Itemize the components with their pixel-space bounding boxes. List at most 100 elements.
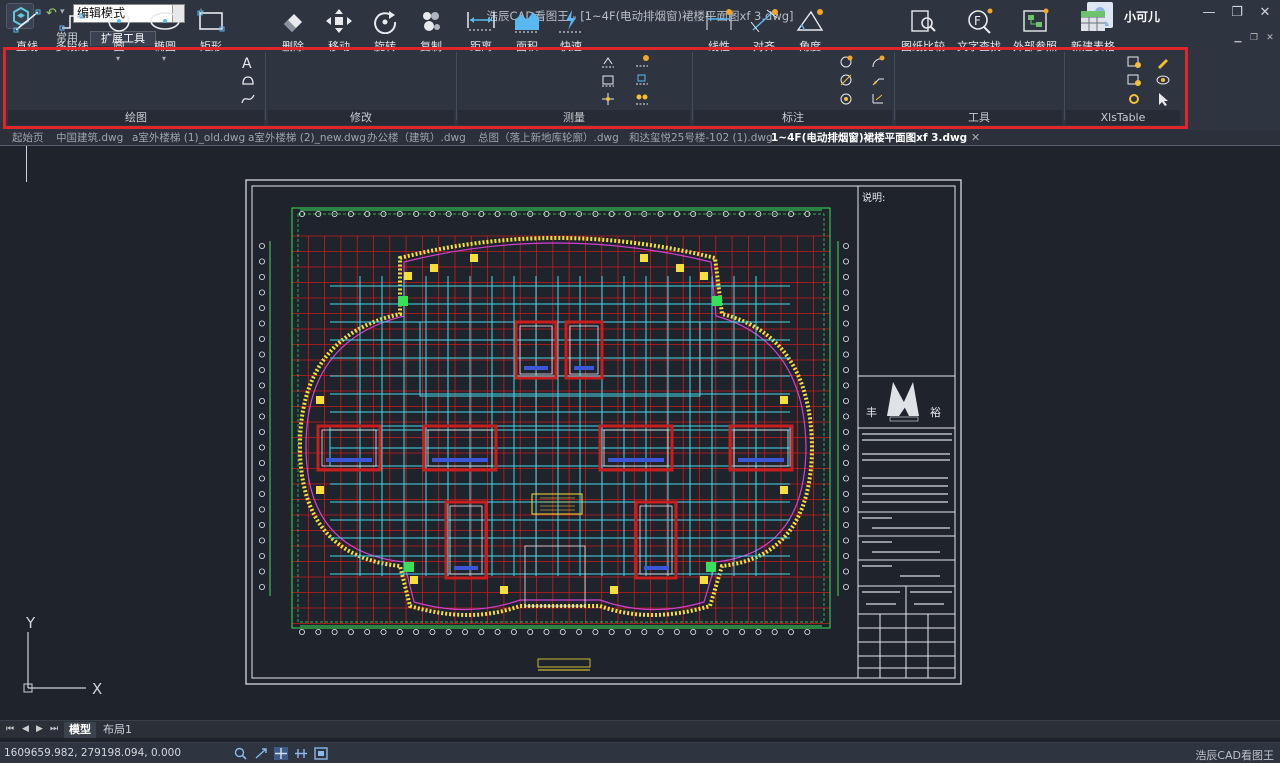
drawing-compare-button[interactable]: 图纸比较 bbox=[900, 8, 946, 54]
doc-tab[interactable]: a室外楼梯 (2)_new.dwg bbox=[248, 131, 366, 146]
linear-dim-label: 线性 bbox=[708, 40, 730, 53]
doc-tab[interactable]: 办公楼（建筑）.dwg bbox=[367, 131, 466, 146]
table-view-icon[interactable] bbox=[1155, 72, 1171, 88]
doc-close-icon[interactable]: ✕ bbox=[1264, 32, 1276, 44]
area-button[interactable]: 面积 bbox=[512, 8, 542, 54]
radius-dim-icon[interactable] bbox=[838, 54, 854, 70]
quick-measure-button[interactable]: 快速 bbox=[556, 8, 586, 54]
doc-restore-icon[interactable]: ❐ bbox=[1248, 32, 1260, 44]
leader-icon[interactable] bbox=[870, 72, 886, 88]
pan-icon[interactable] bbox=[254, 747, 268, 760]
username[interactable]: 小可儿 bbox=[1124, 8, 1160, 25]
layout-tab-bar: ⏮ ◀ ▶ ⏭ 模型 布局1 bbox=[0, 720, 1280, 738]
xref-button[interactable]: 外部参照 bbox=[1012, 8, 1058, 54]
distance-icon bbox=[467, 12, 495, 31]
doc-tab[interactable]: a室外楼梯 (1)_old.dwg bbox=[132, 131, 245, 146]
new-table-button[interactable]: 新建表格 bbox=[1069, 8, 1117, 54]
move-button[interactable]: 移动 bbox=[324, 8, 354, 54]
table-import-icon[interactable] bbox=[1126, 72, 1142, 88]
doc-tab-close-icon[interactable]: ✕ bbox=[971, 131, 980, 144]
area-label: 面积 bbox=[516, 40, 538, 53]
last-layout-icon[interactable]: ⏭ bbox=[50, 724, 58, 734]
ellipse-icon bbox=[150, 12, 180, 30]
table-select-icon[interactable] bbox=[1155, 91, 1171, 107]
polyline-label: 多段线 bbox=[55, 40, 89, 53]
find-text-button[interactable]: F 文字查找 bbox=[956, 8, 1002, 54]
measure-length-icon[interactable] bbox=[634, 54, 650, 70]
ordinate-dim-icon[interactable] bbox=[870, 91, 886, 107]
move-label: 移动 bbox=[328, 40, 350, 53]
measure-stats-icon[interactable] bbox=[634, 91, 650, 107]
status-bar: 1609659.982, 279198.094, 0.000 浩辰CAD看图王 bbox=[0, 742, 1280, 763]
group-tools-label: 工具 bbox=[896, 110, 1062, 125]
drawing-compare-icon bbox=[911, 10, 936, 32]
table-edit-icon[interactable] bbox=[1155, 54, 1171, 70]
ellipse-button[interactable]: 椭圆 ▾ bbox=[148, 8, 182, 63]
rotate-button[interactable]: 旋转 bbox=[370, 8, 400, 54]
measure-perimeter-icon[interactable] bbox=[634, 72, 650, 88]
linear-dim-button[interactable]: 线性 bbox=[704, 8, 734, 54]
table-settings-icon[interactable] bbox=[1126, 91, 1142, 107]
copy-button[interactable]: 复制 bbox=[416, 8, 446, 54]
group-xlstable-label: XlsTable bbox=[1066, 110, 1180, 125]
line-button[interactable]: 直线 bbox=[12, 8, 42, 54]
center-mark-icon[interactable] bbox=[838, 91, 854, 107]
drawing-canvas[interactable]: 说明: 丰 裕 bbox=[0, 146, 1280, 720]
group-annotate-label: 标注 bbox=[694, 110, 892, 125]
doc-tab[interactable]: 起始页 bbox=[12, 131, 44, 146]
ortho-icon[interactable] bbox=[294, 747, 308, 760]
rectangle-label: 矩形 bbox=[200, 40, 222, 53]
rotate-label: 旋转 bbox=[374, 40, 396, 53]
minimize-icon[interactable]: — bbox=[1200, 5, 1218, 21]
fullscreen-icon[interactable] bbox=[314, 747, 328, 760]
doc-tab[interactable]: 总图（落上新地库轮廓）.dwg bbox=[478, 131, 619, 146]
doc-tab[interactable]: 和达玺悦25号楼-102 (1).dwg bbox=[629, 131, 773, 146]
xref-label: 外部参照 bbox=[1013, 40, 1057, 53]
distance-label: 距离 bbox=[470, 40, 492, 53]
table-export-icon[interactable] bbox=[1126, 54, 1142, 70]
find-text-icon: F bbox=[968, 8, 993, 34]
angle-dim-button[interactable]: 角度 bbox=[795, 8, 825, 54]
polyline-button[interactable]: 多段线 bbox=[54, 8, 90, 54]
ucs-axis-icon: Y X bbox=[23, 614, 102, 698]
text-tool-icon[interactable]: A bbox=[240, 54, 256, 70]
angle-dim-icon bbox=[796, 9, 824, 31]
aligned-dim-icon bbox=[750, 9, 778, 33]
distance-button[interactable]: 距离 bbox=[464, 8, 498, 54]
tab-model[interactable]: 模型 bbox=[64, 722, 96, 738]
aligned-dim-button[interactable]: 对齐 bbox=[749, 8, 779, 54]
measure-coordinate-icon[interactable] bbox=[600, 91, 616, 107]
circle-dropdown-icon[interactable]: ▾ bbox=[116, 54, 120, 63]
group-measure-label: 测量 bbox=[458, 110, 690, 125]
svg-text:A: A bbox=[242, 56, 252, 70]
tab-layout1[interactable]: 布局1 bbox=[98, 722, 137, 738]
line-label: 直线 bbox=[16, 40, 38, 53]
arc-length-icon[interactable] bbox=[870, 54, 886, 70]
ellipse-dropdown-icon[interactable]: ▾ bbox=[162, 54, 166, 63]
drawing-compare-label: 图纸比较 bbox=[901, 40, 945, 53]
doc-tab-active[interactable]: 1~4F(电动排烟窗)裙楼平面图xf 3.dwg bbox=[771, 131, 967, 146]
line-icon bbox=[13, 9, 41, 33]
eraser-icon bbox=[284, 14, 302, 32]
close-icon[interactable]: ✕ bbox=[1256, 5, 1274, 21]
prev-layout-icon[interactable]: ◀ bbox=[22, 724, 29, 734]
move-icon bbox=[326, 9, 352, 33]
measure-arc-icon[interactable] bbox=[600, 54, 616, 70]
doc-tab[interactable]: 中国建筑.dwg bbox=[56, 131, 123, 146]
diameter-dim-icon[interactable] bbox=[838, 72, 854, 88]
copy-label: 复制 bbox=[420, 40, 442, 53]
doc-minimize-icon[interactable]: ▁ bbox=[1232, 32, 1244, 44]
snap-icon[interactable] bbox=[274, 747, 288, 760]
spline-icon[interactable] bbox=[240, 91, 256, 107]
zoom-icon[interactable] bbox=[234, 747, 248, 760]
next-layout-icon[interactable]: ▶ bbox=[36, 724, 43, 734]
area-icon bbox=[515, 12, 539, 33]
measure-radius-icon[interactable] bbox=[600, 72, 616, 88]
first-layout-icon[interactable]: ⏮ bbox=[6, 724, 14, 734]
rectangle-button[interactable]: 矩形 bbox=[195, 8, 227, 54]
revcloud-icon[interactable] bbox=[240, 72, 256, 88]
delete-button[interactable]: 删除 bbox=[278, 8, 308, 54]
maximize-icon[interactable]: ❐ bbox=[1228, 5, 1246, 21]
circle-button[interactable]: 圆 ▾ bbox=[104, 8, 134, 63]
aligned-dim-label: 对齐 bbox=[753, 40, 775, 53]
